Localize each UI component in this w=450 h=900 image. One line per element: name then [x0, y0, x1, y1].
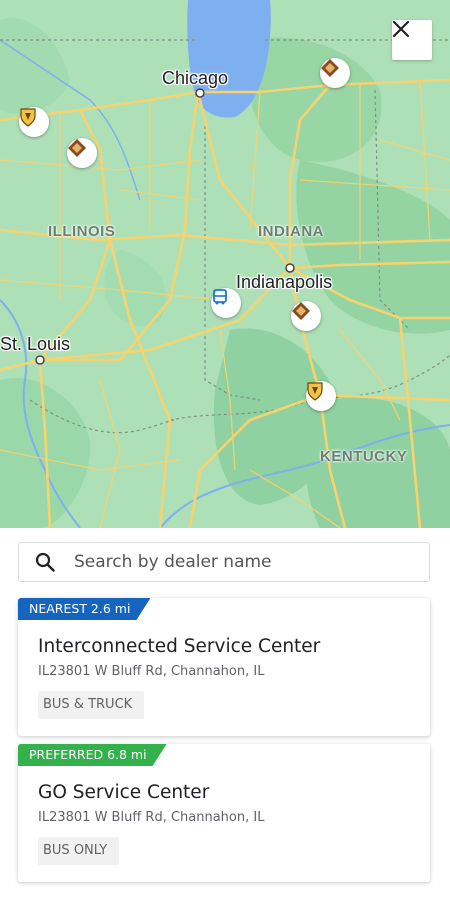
map-state-label: INDIANA [258, 223, 324, 240]
dealer-list-panel: NEAREST 2.6 mi Interconnected Service Ce… [0, 528, 450, 900]
dealer-marker-shield-icon[interactable] [306, 381, 336, 411]
dealer-address: IL23801 W Bluff Rd, Channahon, IL [38, 664, 265, 679]
dealer-marker-diamond-icon[interactable] [291, 301, 321, 331]
dealer-card[interactable]: NEAREST 2.6 mi Interconnected Service Ce… [18, 598, 430, 736]
bus-marker-icon[interactable] [211, 288, 241, 318]
close-icon [392, 20, 410, 38]
service-type-badge: BUS & TRUCK [38, 691, 145, 719]
search-input[interactable] [72, 551, 406, 573]
search-icon [35, 552, 55, 572]
service-type-badge: BUS ONLY [38, 837, 120, 865]
dealer-marker-diamond-icon[interactable] [67, 138, 97, 168]
dealer-name: GO Service Center [38, 782, 210, 803]
preferred-tag: PREFERRED 6.8 mi [18, 744, 167, 766]
dealer-marker-shield-icon[interactable] [19, 107, 49, 137]
nearest-tag: NEAREST 2.6 mi [18, 598, 150, 620]
map-city-label: Chicago [162, 68, 229, 88]
map-city-label: Indianapolis [236, 272, 333, 292]
dealer-address: IL23801 W Bluff Rd, Channahon, IL [38, 810, 265, 825]
map-state-label: KENTUCKY [320, 448, 408, 465]
dealer-marker-diamond-icon[interactable] [320, 58, 350, 88]
close-button[interactable] [392, 20, 432, 60]
search-bar[interactable] [18, 542, 430, 582]
map-view[interactable]: Chicago Indianapolis St. Louis ILLINOIS … [0, 0, 450, 528]
dealer-name: Interconnected Service Center [38, 636, 321, 657]
map-state-label: ILLINOIS [48, 223, 116, 240]
map-city-label: St. Louis [0, 334, 71, 354]
dealer-card[interactable]: PREFERRED 6.8 mi GO Service Center IL238… [18, 744, 430, 882]
